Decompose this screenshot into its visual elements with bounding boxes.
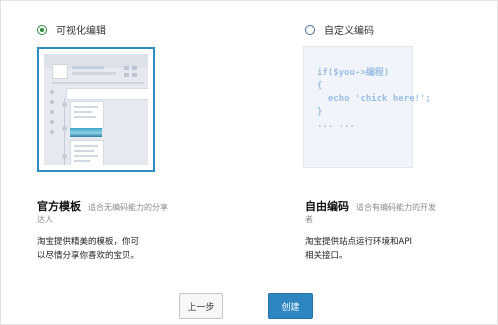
template-preview-canvas [44, 54, 148, 165]
radio-option-visual[interactable]: 可视化编辑 [37, 22, 106, 37]
code-sample-text: if($you->编程) { echo 'chick here!'; } ...… [317, 68, 431, 130]
preview-divider [52, 82, 144, 84]
preview-card [70, 101, 104, 129]
option-custom-heading: 自由编码 适合有编码能力的开发 [305, 198, 436, 214]
preview-title-line [72, 72, 116, 75]
desc-line: 淘宝提供站点运行环境和API [305, 237, 412, 247]
radio-option-custom[interactable]: 自定义编码 [305, 22, 374, 37]
preview-dot [132, 73, 137, 77]
preview-timeline-node [62, 102, 67, 107]
option-subtitle-visual-cont: 达人 [37, 215, 53, 224]
option-title-custom: 自由编码 [305, 200, 349, 213]
preview-nav-dot [50, 100, 54, 104]
previous-step-button[interactable]: 上一步 [179, 293, 223, 319]
option-visual-heading: 官方模板 适合无编码能力的分享 [37, 198, 168, 214]
preview-image-banner [70, 128, 102, 137]
option-desc-custom: 淘宝提供站点运行环境和API 相关接口。 [305, 235, 455, 263]
radio-checked-icon[interactable] [37, 24, 47, 35]
preview-nav-dot [50, 90, 54, 94]
desc-line: 以尽情分享你喜欢的宝贝。 [37, 251, 140, 261]
template-preview-thumbnail[interactable] [37, 47, 155, 172]
preview-timeline-node [62, 126, 67, 131]
radio-label-visual: 可视化编辑 [56, 26, 106, 37]
code-preview-thumbnail[interactable]: if($you->编程) { echo 'chick here!'; } ...… [303, 46, 431, 168]
desc-line: 淘宝提供精美的模板，你可 [37, 237, 140, 247]
option-subtitle-visual: 适合无编码能力的分享 [88, 203, 168, 212]
preview-dot [132, 66, 137, 70]
create-button[interactable]: 创建 [268, 293, 313, 319]
preview-dot [124, 73, 129, 77]
radio-unchecked-icon[interactable] [305, 24, 315, 35]
preview-nav-dot [50, 120, 54, 124]
option-title-visual: 官方模板 [37, 200, 81, 213]
option-subtitle-custom: 适合有编码能力的开发 [356, 203, 436, 212]
preview-logo-box [52, 64, 68, 79]
preview-card [70, 140, 104, 165]
preview-nav-dot [50, 110, 54, 114]
option-subtitle-custom-cont: 者 [305, 215, 313, 224]
desc-line: 相关接口。 [305, 251, 348, 261]
option-desc-visual: 淘宝提供精美的模板，你可 以尽情分享你喜欢的宝贝。 [37, 235, 187, 263]
preview-timeline-node [62, 154, 67, 159]
preview-header-bar [66, 88, 148, 100]
preview-title-line [72, 66, 104, 69]
preview-dot [124, 66, 129, 70]
preview-nav-dot [50, 130, 54, 134]
radio-label-custom: 自定义编码 [324, 26, 374, 37]
